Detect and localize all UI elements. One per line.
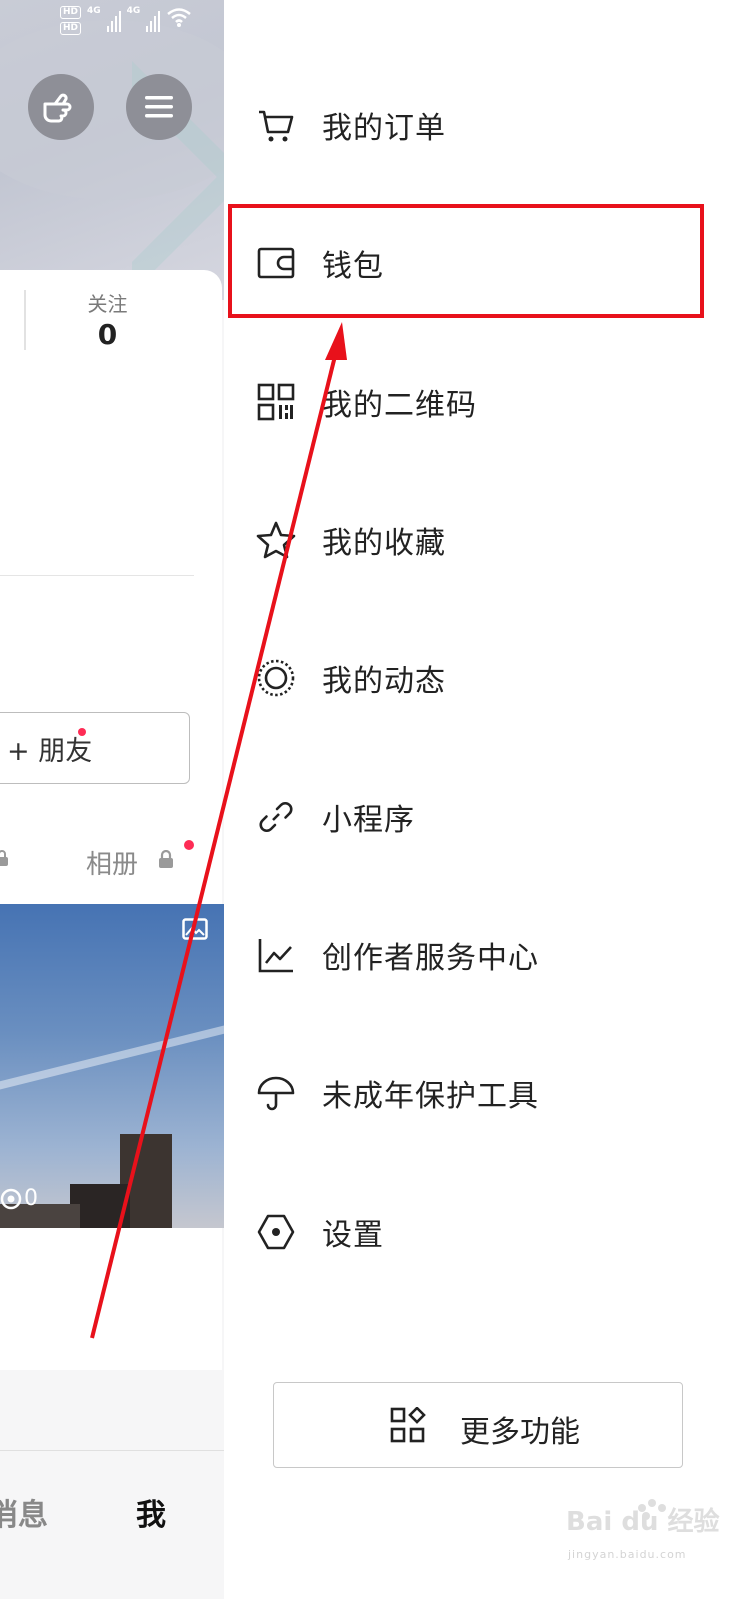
notification-dot	[184, 840, 194, 850]
following-count[interactable]: 0	[60, 318, 155, 351]
profile-page-background: HD HD 4G 4G 关注 0 + 朋友 相册 0 消息 我	[0, 0, 228, 1599]
add-friend-button[interactable]: + 朋友	[0, 712, 190, 784]
nav-me[interactable]: 我	[136, 1490, 166, 1534]
apps-grid-icon	[390, 1407, 426, 1443]
lock-icon	[0, 850, 8, 866]
hd-badge-2: HD	[60, 22, 82, 35]
menu-button[interactable]	[126, 74, 192, 140]
network-type-1: 4G	[87, 6, 101, 16]
hand-gesture-button[interactable]	[28, 74, 94, 140]
more-features-button[interactable]: 更多功能	[273, 1382, 683, 1468]
menu-label: 我的二维码	[322, 388, 477, 423]
section-divider	[0, 575, 194, 576]
menu-label: 我的订单	[322, 111, 446, 146]
watermark-url: jingyan.baidu.com	[568, 1548, 687, 1561]
more-features-label: 更多功能	[460, 1415, 580, 1450]
profile-card: 关注 0 + 朋友 相册 0	[0, 270, 224, 1370]
link-icon	[259, 802, 293, 832]
view-count: 0	[24, 1186, 38, 1211]
network-type-2: 4G	[126, 6, 141, 16]
menu-item-mini-programs[interactable]: 小程序	[224, 767, 747, 867]
menu-label: 创作者服务中心	[322, 941, 539, 976]
stats-divider	[24, 290, 26, 350]
profile-header-cover: HD HD 4G 4G	[0, 0, 228, 300]
hamburger-menu-icon	[145, 96, 173, 118]
star-icon	[256, 521, 296, 559]
menu-label: 我的收藏	[322, 526, 446, 561]
pointing-hand-icon	[43, 93, 72, 123]
image-post-icon	[182, 918, 208, 940]
signal-icon	[106, 6, 121, 32]
notification-dot	[78, 728, 86, 736]
annotation-highlight-box	[228, 204, 704, 318]
sky-contrail	[0, 1022, 224, 1094]
lock-icon	[159, 850, 173, 868]
menu-item-orders[interactable]: 我的订单	[224, 75, 747, 175]
post-thumbnail[interactable]: 0	[0, 904, 224, 1228]
tab-album[interactable]: 相册	[86, 844, 138, 881]
following-label[interactable]: 关注	[60, 288, 155, 317]
menu-label: 我的动态	[322, 664, 446, 699]
signal-icon	[146, 6, 161, 32]
bottom-nav-divider	[0, 1450, 224, 1451]
hd-indicator: HD HD	[60, 6, 82, 35]
menu-label: 小程序	[322, 803, 415, 838]
menu-item-settings[interactable]: 设置	[224, 1182, 747, 1282]
nav-messages[interactable]: 消息	[0, 1490, 48, 1534]
cart-icon	[259, 110, 294, 142]
wifi-icon	[167, 8, 192, 27]
menu-item-favorites[interactable]: 我的收藏	[224, 490, 747, 590]
hd-badge-1: HD	[60, 6, 82, 19]
moments-icon	[257, 659, 295, 697]
menu-label: 设置	[322, 1218, 384, 1253]
hexagon-settings-icon	[257, 1214, 295, 1250]
menu-item-moments[interactable]: 我的动态	[224, 628, 747, 728]
umbrella-icon	[257, 1076, 295, 1111]
menu-item-qrcode[interactable]: 我的二维码	[224, 352, 747, 452]
menu-item-creator-center[interactable]: 创作者服务中心	[224, 905, 747, 1005]
eye-icon	[0, 1188, 22, 1210]
qrcode-icon	[257, 383, 295, 421]
menu-label: 未成年保护工具	[322, 1079, 539, 1114]
menu-item-minor-protection[interactable]: 未成年保护工具	[224, 1043, 747, 1143]
status-bar: HD HD 4G 4G	[60, 6, 192, 42]
chart-icon	[258, 939, 293, 973]
